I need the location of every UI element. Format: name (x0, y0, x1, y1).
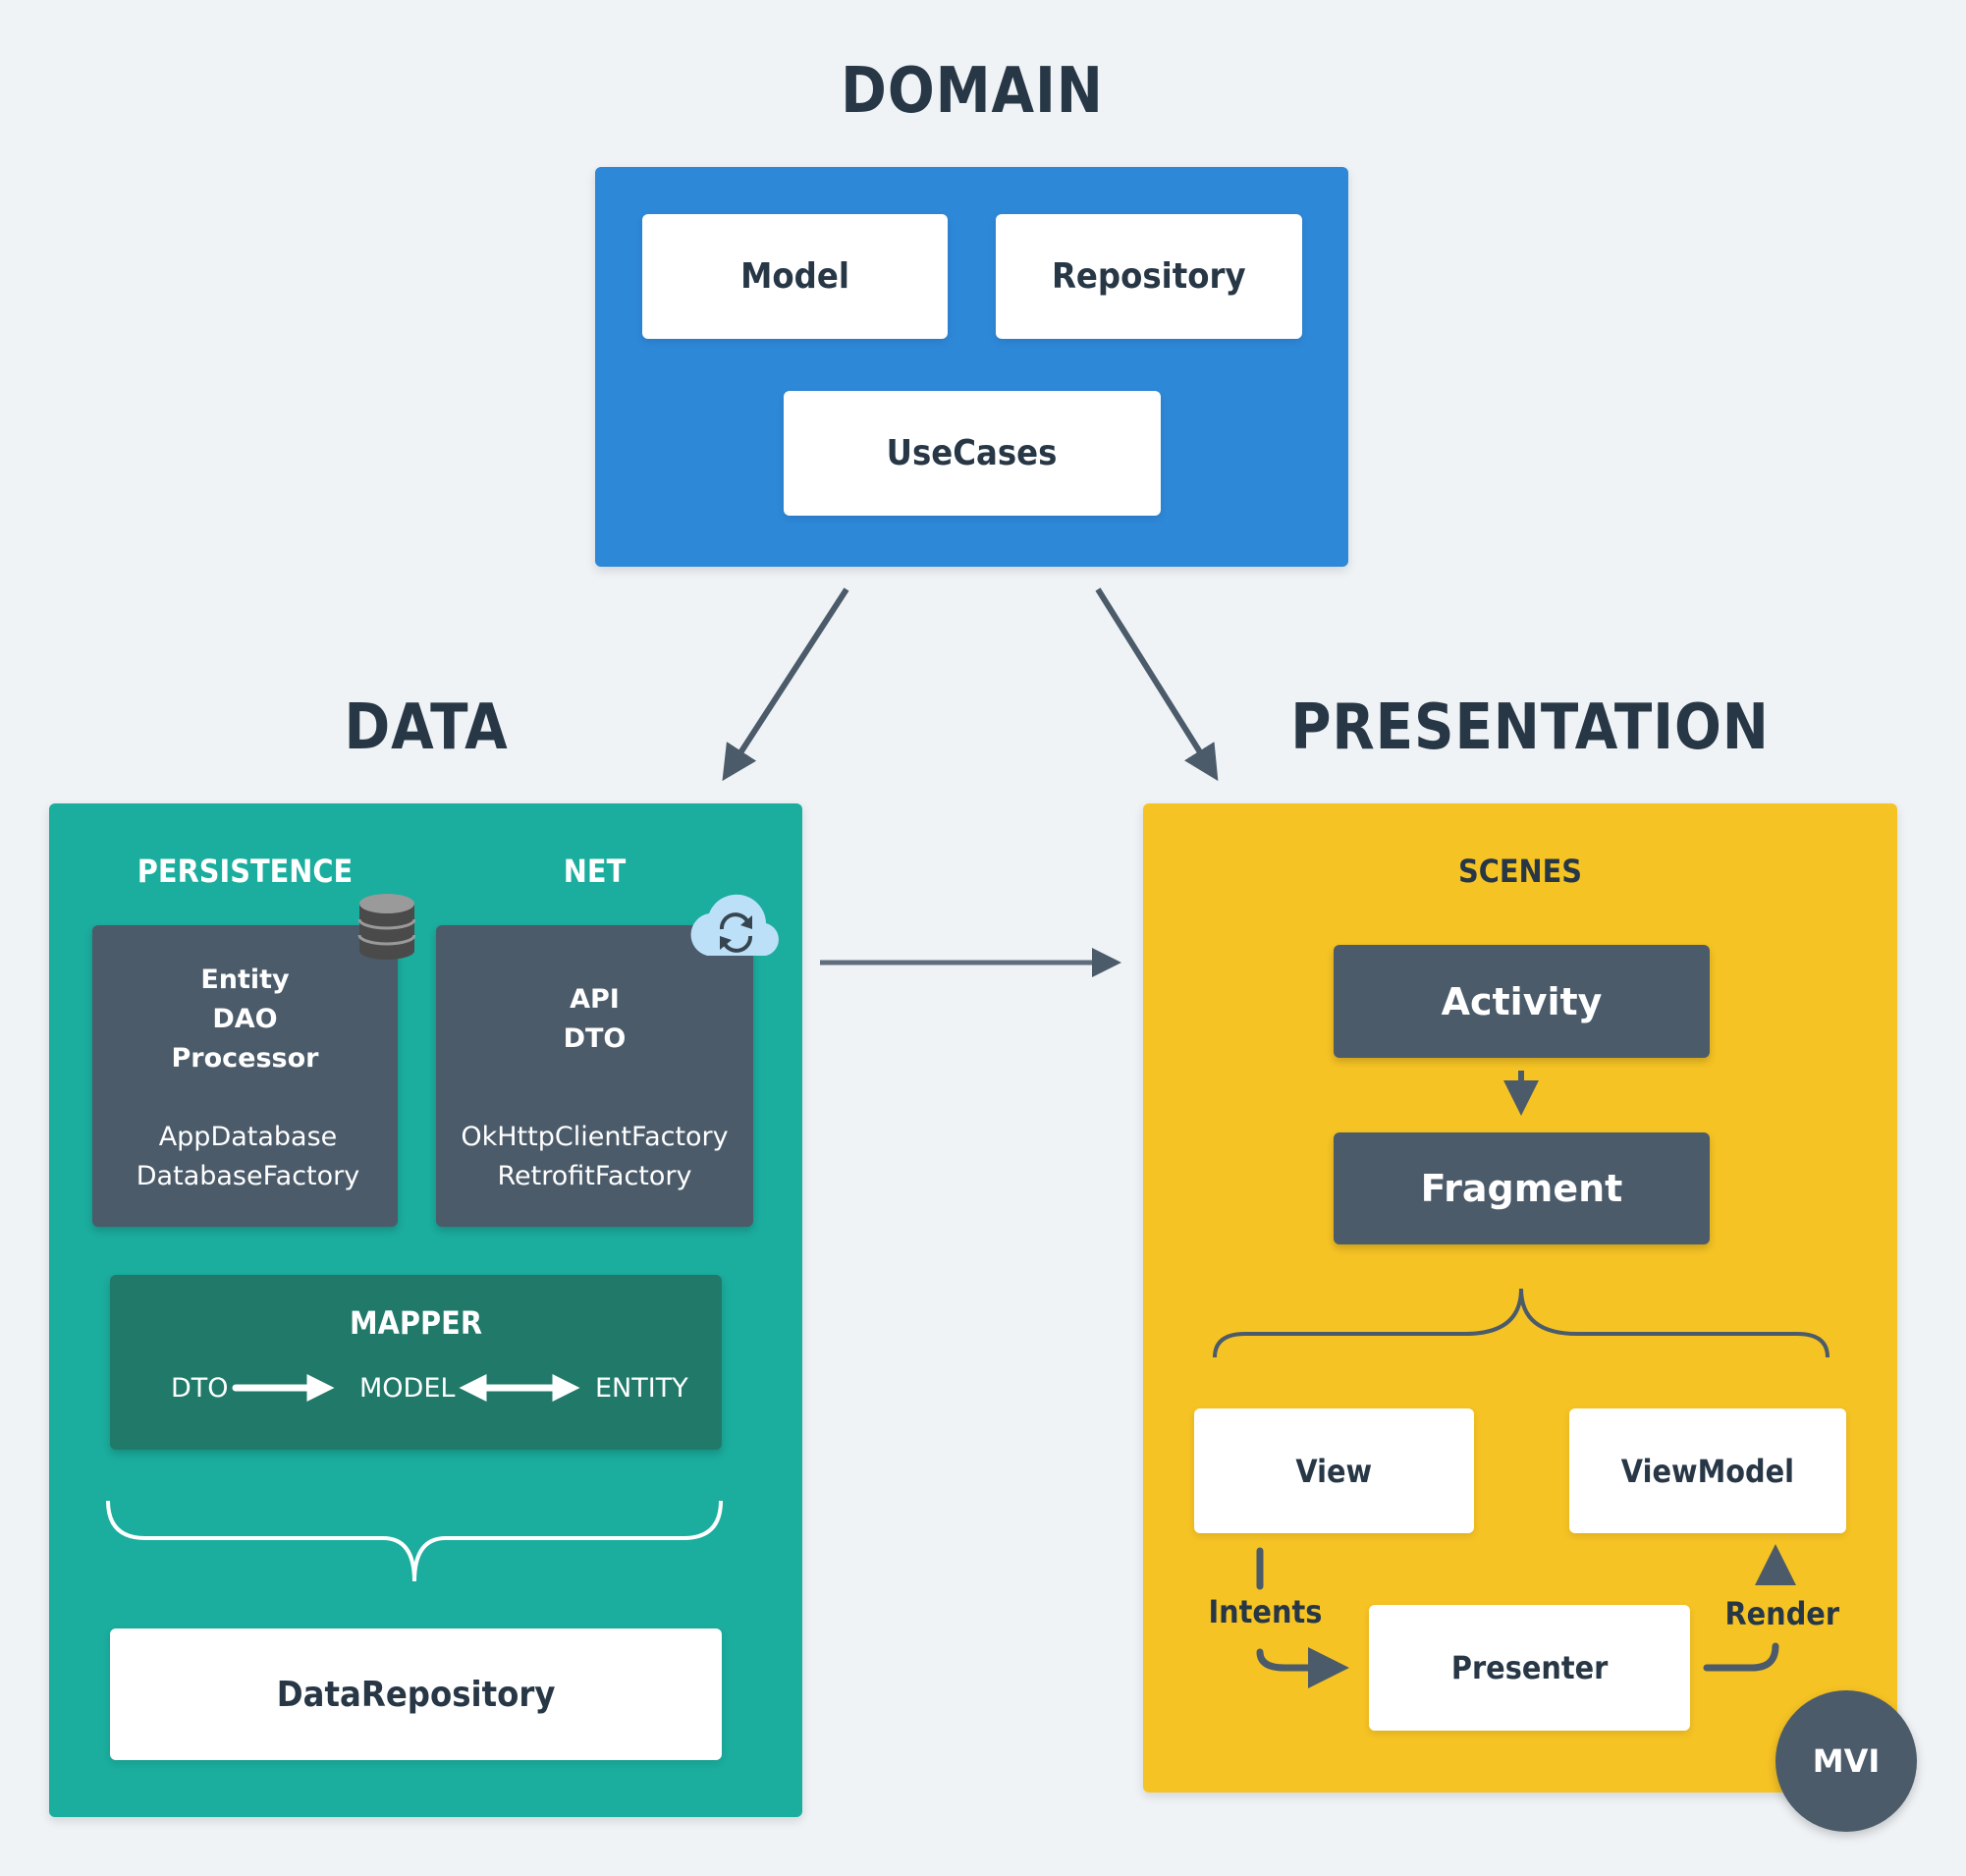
presentation-title: PRESENTATION (1290, 691, 1770, 764)
domain-to-presentation-arrow (1095, 587, 1219, 782)
persistence-card[interactable]: Entity DAO Processor AppDatabase Databas… (92, 925, 398, 1227)
persistence-label: PERSISTENCE (137, 853, 354, 890)
domain-title: DOMAIN (841, 55, 1104, 128)
mapper-dto: DTO (171, 1373, 229, 1404)
net-class: RetrofitFactory (497, 1161, 692, 1191)
domain-to-data-arrow (722, 587, 849, 782)
net-label: NET (563, 853, 627, 890)
mapper-entity: ENTITY (595, 1373, 688, 1404)
persistence-item: DAO (212, 1004, 278, 1034)
data-repository-label: DataRepository (276, 1674, 556, 1715)
data-title: DATA (344, 691, 509, 764)
data-repository-card[interactable]: DataRepository (110, 1628, 722, 1760)
presenter-card[interactable]: Presenter (1369, 1605, 1690, 1731)
persistence-item: Entity (200, 965, 290, 995)
view-card[interactable]: View (1194, 1408, 1474, 1533)
persistence-class: AppDatabase (158, 1122, 338, 1152)
fragment-card[interactable]: Fragment (1334, 1132, 1710, 1244)
mapper-label: MAPPER (349, 1304, 482, 1342)
mvi-label: MVI (1812, 1742, 1881, 1780)
net-item: DTO (563, 1023, 627, 1054)
model-card[interactable]: Model (642, 214, 948, 339)
fragment-label: Fragment (1420, 1167, 1623, 1210)
repository-card[interactable]: Repository (996, 214, 1302, 339)
usecases-label: UseCases (887, 433, 1058, 473)
net-card[interactable]: API DTO OkHttpClientFactory RetrofitFact… (436, 925, 753, 1227)
viewmodel-card[interactable]: ViewModel (1569, 1408, 1846, 1533)
persistence-item: Processor (171, 1043, 319, 1074)
repository-label: Repository (1052, 256, 1246, 297)
render-label: Render (1724, 1595, 1840, 1632)
activity-label: Activity (1441, 979, 1603, 1023)
model-label: Model (740, 256, 849, 297)
intents-label: Intents (1208, 1593, 1323, 1630)
view-label: View (1295, 1452, 1373, 1490)
mapper-model: MODEL (359, 1373, 456, 1404)
scenes-label: SCENES (1457, 853, 1583, 890)
viewmodel-label: ViewModel (1620, 1452, 1795, 1490)
net-item: API (570, 984, 620, 1015)
usecases-card[interactable]: UseCases (784, 391, 1161, 516)
activity-card[interactable]: Activity (1334, 945, 1710, 1058)
presenter-label: Presenter (1450, 1649, 1609, 1686)
mvi-badge: MVI (1775, 1690, 1917, 1832)
mapper-panel: MAPPER DTO MODEL ENTITY (110, 1275, 722, 1450)
persistence-class: DatabaseFactory (136, 1161, 360, 1191)
net-class: OkHttpClientFactory (461, 1122, 729, 1152)
